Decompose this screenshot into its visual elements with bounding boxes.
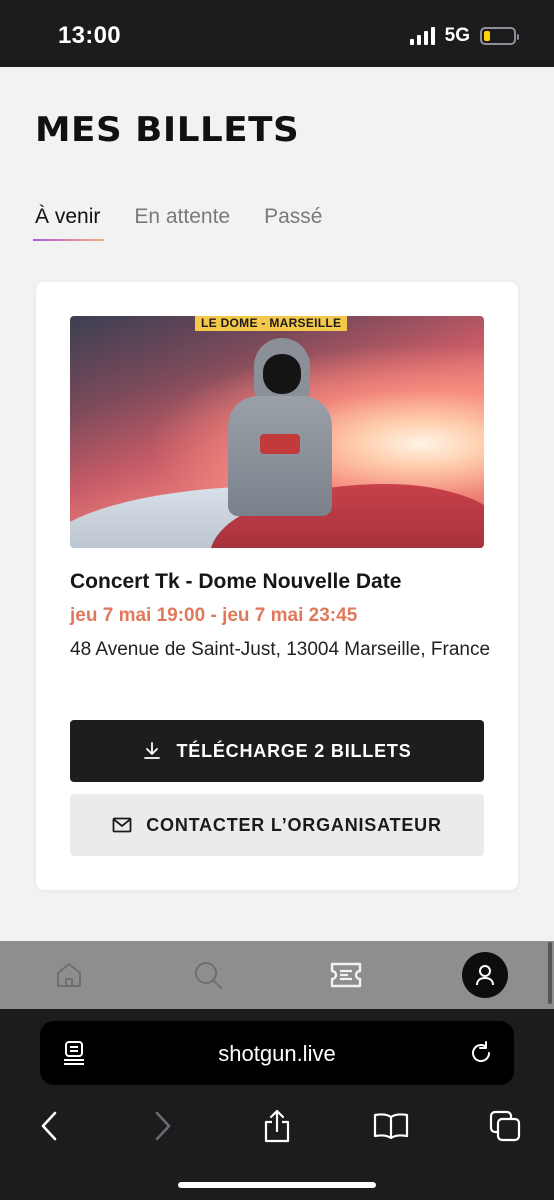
download-tickets-button[interactable]: TÉLÉCHARGE 2 BILLETS [70,720,484,782]
tab-past[interactable]: Passé [264,205,322,241]
figure-logo [260,434,300,454]
tabs-icon [489,1110,521,1142]
network-type: 5G [444,25,470,46]
battery-icon [480,27,519,45]
contact-organizer-button[interactable]: CONTACTER L’ORGANISATEUR [70,794,484,856]
event-image[interactable]: LE DOME - MARSEILLE [70,316,484,548]
nav-tickets[interactable] [277,941,416,1009]
download-icon [144,742,161,759]
nav-home[interactable] [0,941,139,1009]
url-text: shotgun.live [218,1041,336,1066]
event-title: Concert Tk - Dome Nouvelle Date [70,570,402,593]
search-icon [194,962,222,989]
page-title: MES BILLETS [35,110,300,150]
chevron-right-icon [155,1111,171,1141]
nav-profile[interactable] [416,941,554,1009]
download-tickets-label: TÉLÉCHARGE 2 BILLETS [176,740,412,761]
profile-icon [475,965,494,986]
status-bar: 13:00 5G [0,0,554,67]
tab-upcoming[interactable]: À venir [32,205,105,241]
status-indicators: 5G [409,25,519,47]
forward-button[interactable] [138,1101,188,1151]
book-icon [373,1113,409,1140]
bottom-navigation [0,941,554,1009]
figure-body [228,396,332,516]
image-banner: LE DOME - MARSEILLE [195,316,348,331]
tabs-button[interactable] [480,1101,530,1151]
tab-pending[interactable]: En attente [134,205,230,241]
event-date: jeu 7 mai 19:00 - jeu 7 mai 23:45 [70,605,358,626]
browser-chrome: shotgun.live [0,1009,554,1200]
browser-toolbar [0,1101,554,1157]
event-ticket-card: LE DOME - MARSEILLE Concert Tk - Dome No… [36,282,518,890]
nav-search[interactable] [139,941,278,1009]
cellular-signal-icon [409,27,435,45]
chevron-left-icon [41,1111,57,1141]
home-indicator[interactable] [178,1182,376,1188]
bookmarks-button[interactable] [366,1101,416,1151]
figure-face [263,354,301,394]
app-screen: MES BILLETS À venir En attente Passé LE … [0,67,554,941]
share-button[interactable] [252,1101,302,1151]
event-address: 48 Avenue de Saint-Just, 13004 Marseille… [70,639,491,660]
mail-icon [112,817,132,833]
home-icon [57,963,82,987]
profile-button[interactable] [461,952,508,998]
scrollbar[interactable] [548,942,552,1004]
reload-icon[interactable] [468,1040,494,1066]
ticket-tabs: À venir En attente Passé [32,205,322,241]
share-icon [264,1109,290,1143]
contact-organizer-label: CONTACTER L’ORGANISATEUR [146,814,442,835]
address-bar[interactable]: shotgun.live [40,1021,514,1085]
back-button[interactable] [24,1101,74,1151]
ticket-icon [331,962,362,988]
status-time: 13:00 [58,22,121,49]
